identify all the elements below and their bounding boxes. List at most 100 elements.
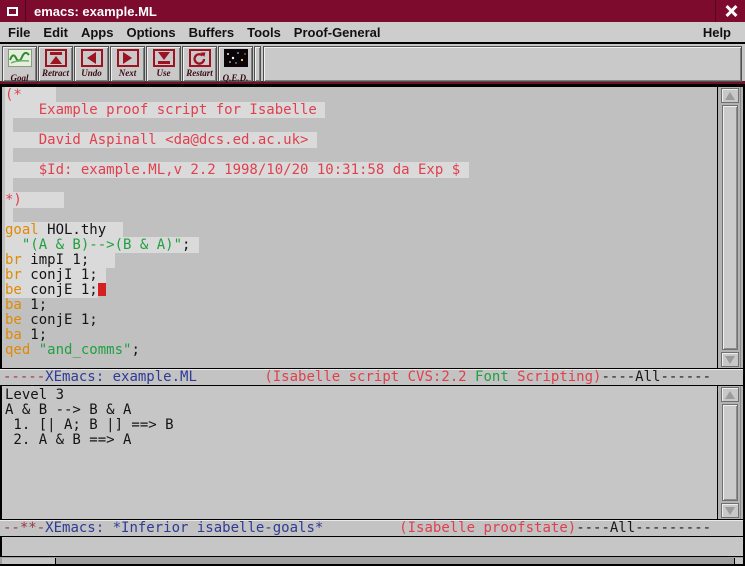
script-line: *) <box>5 193 717 208</box>
menu-item-tools[interactable]: Tools <box>247 24 290 41</box>
locked-region-span: Example proof script for Isabelle <box>5 102 325 118</box>
toolbar-button-retract[interactable]: Retract <box>38 46 73 82</box>
goals-line: A & B --> B & A <box>5 403 717 418</box>
toolbar-buttons: Goal Retract Undo Next Use Restart Q.E.D. <box>2 46 254 82</box>
window-title: emacs: example.ML <box>26 4 715 19</box>
goals-buffer[interactable]: Level 3A & B --> B & A 1. [| A; B |] ==>… <box>0 386 717 519</box>
toolbar-button-label: Retract <box>42 68 69 78</box>
toolbar-button-restart[interactable]: Restart <box>182 46 217 82</box>
next-icon <box>117 49 139 67</box>
toolbar-button-label: Undo <box>81 68 102 78</box>
proof-toolbar: Goal Retract Undo Next Use Restart Q.E.D. <box>0 44 745 84</box>
use-icon <box>153 49 175 67</box>
minibuffer-echo-area[interactable] <box>0 537 743 556</box>
toolbar-button-label: Restart <box>186 68 213 78</box>
scrollbar-thumb[interactable] <box>722 404 738 501</box>
locked-region-span: (* <box>5 87 56 103</box>
locked-region-span <box>5 117 13 133</box>
title-bar: emacs: example.ML <box>0 0 745 22</box>
qed-icon <box>224 49 248 72</box>
goals-line: 1. [| A; B |] ==> B <box>5 418 717 433</box>
arrow-down-icon <box>725 507 735 515</box>
goals-modeline: --**-XEmacs: *Inferior isabelle-goals* (… <box>0 519 743 537</box>
menu-bar-items: FileEditAppsOptions BuffersToolsProof-Gen… <box>8 24 393 41</box>
toolbar-button-use[interactable]: Use <box>146 46 181 82</box>
script-modeline: -----XEmacs: example.ML (Isabelle script… <box>0 368 743 386</box>
script-line: ba 1; <box>5 298 717 313</box>
toolbar-button-label: Use <box>157 68 171 78</box>
toolbar-button-undo[interactable]: Undo <box>74 46 109 82</box>
bottom-strip-right-box <box>734 558 743 564</box>
locked-region-span <box>5 147 13 163</box>
toolbar-button-label: Next <box>119 68 137 78</box>
goal-icon <box>8 49 32 72</box>
script-line: ba 1; <box>5 328 717 343</box>
locked-region-span <box>5 177 13 193</box>
script-line: qed "and_comms"; <box>5 343 717 358</box>
menu-item-edit[interactable]: Edit <box>43 24 77 41</box>
script-line <box>5 178 717 193</box>
goals-line: Level 3 <box>5 388 717 403</box>
arrow-up-icon <box>725 391 735 399</box>
locked-region-span: "(A & B)-->(B & A)"; <box>5 237 199 253</box>
menu-item-file[interactable]: File <box>8 24 39 41</box>
menu-item-options[interactable]: Options <box>126 24 184 41</box>
window-menu-icon <box>7 7 18 16</box>
scrollbar-up-button[interactable] <box>721 88 739 103</box>
script-line: br impI 1; <box>5 253 717 268</box>
locked-region-span: $Id: example.ML,v 2.2 1998/10/20 10:31:5… <box>5 162 469 178</box>
window-menu-button[interactable] <box>0 0 26 22</box>
toolbar-button-next[interactable]: Next <box>110 46 145 82</box>
script-line: Example proof script for Isabelle <box>5 103 717 118</box>
locked-region-span: goal HOL.thy <box>5 222 123 238</box>
scrollbar-trough <box>719 386 741 519</box>
arrow-down-icon <box>725 356 735 364</box>
locked-region-span: br impI 1; <box>5 252 115 268</box>
retract-icon <box>45 49 67 67</box>
script-line <box>5 118 717 133</box>
script-line: (* <box>5 88 717 103</box>
menu-item-apps[interactable]: Apps <box>81 24 123 41</box>
menu-item-help[interactable]: Help <box>703 24 741 41</box>
script-line <box>5 208 717 223</box>
toolbar-button-qed[interactable]: Q.E.D. <box>218 46 253 82</box>
script-line <box>5 148 717 163</box>
locked-region-span: *) <box>5 192 64 208</box>
toolbar-button-label: Goal <box>11 73 29 83</box>
goals-line: 2. A & B ==> A <box>5 433 717 448</box>
locked-region-span <box>5 207 13 223</box>
bottom-status-strip <box>0 556 743 564</box>
text-cursor <box>98 283 106 296</box>
script-line: goal HOL.thy <box>5 223 717 238</box>
scrollbar-thumb[interactable] <box>722 105 738 350</box>
script-line: be conjE 1; <box>5 283 717 298</box>
menu-item-proof-general[interactable]: Proof-General <box>294 24 390 41</box>
arrow-up-icon <box>725 92 735 100</box>
scrollbar-up-button[interactable] <box>721 387 739 402</box>
close-button[interactable] <box>715 0 745 22</box>
script-line: $Id: example.ML,v 2.2 1998/10/20 10:31:5… <box>5 163 717 178</box>
locked-region-span: David Aspinall <da@dcs.ed.ac.uk> <box>5 132 317 148</box>
xemacs-window: emacs: example.ML FileEditAppsOptions Buf… <box>0 0 745 566</box>
toolbar-button-goal[interactable]: Goal <box>2 46 37 82</box>
script-line: "(A & B)-->(B & A)"; <box>5 238 717 253</box>
script-buffer[interactable]: (* Example proof script for Isabelle Dav… <box>0 87 717 368</box>
scrollbar-trough <box>719 87 741 368</box>
menu-bar: FileEditAppsOptions BuffersToolsProof-Gen… <box>0 22 745 43</box>
menu-item-buffers[interactable]: Buffers <box>189 24 244 41</box>
locked-region-span: br conjI 1; <box>5 267 106 283</box>
locked-region-span: be conjE 1; <box>5 282 98 298</box>
close-icon <box>725 5 737 17</box>
toolbar-button-label: Q.E.D. <box>223 73 249 83</box>
toolbar-separator <box>254 46 261 82</box>
scrollbar-down-button[interactable] <box>721 503 739 518</box>
script-line: David Aspinall <da@dcs.ed.ac.uk> <box>5 133 717 148</box>
script-line: be conjE 1; <box>5 313 717 328</box>
script-scrollbar[interactable] <box>717 87 743 368</box>
undo-icon <box>81 49 103 67</box>
toolbar-filler <box>263 46 742 82</box>
scrollbar-down-button[interactable] <box>721 352 739 367</box>
bottom-strip-left-box <box>2 558 56 564</box>
restart-icon <box>189 49 211 67</box>
goals-scrollbar[interactable] <box>717 386 743 519</box>
